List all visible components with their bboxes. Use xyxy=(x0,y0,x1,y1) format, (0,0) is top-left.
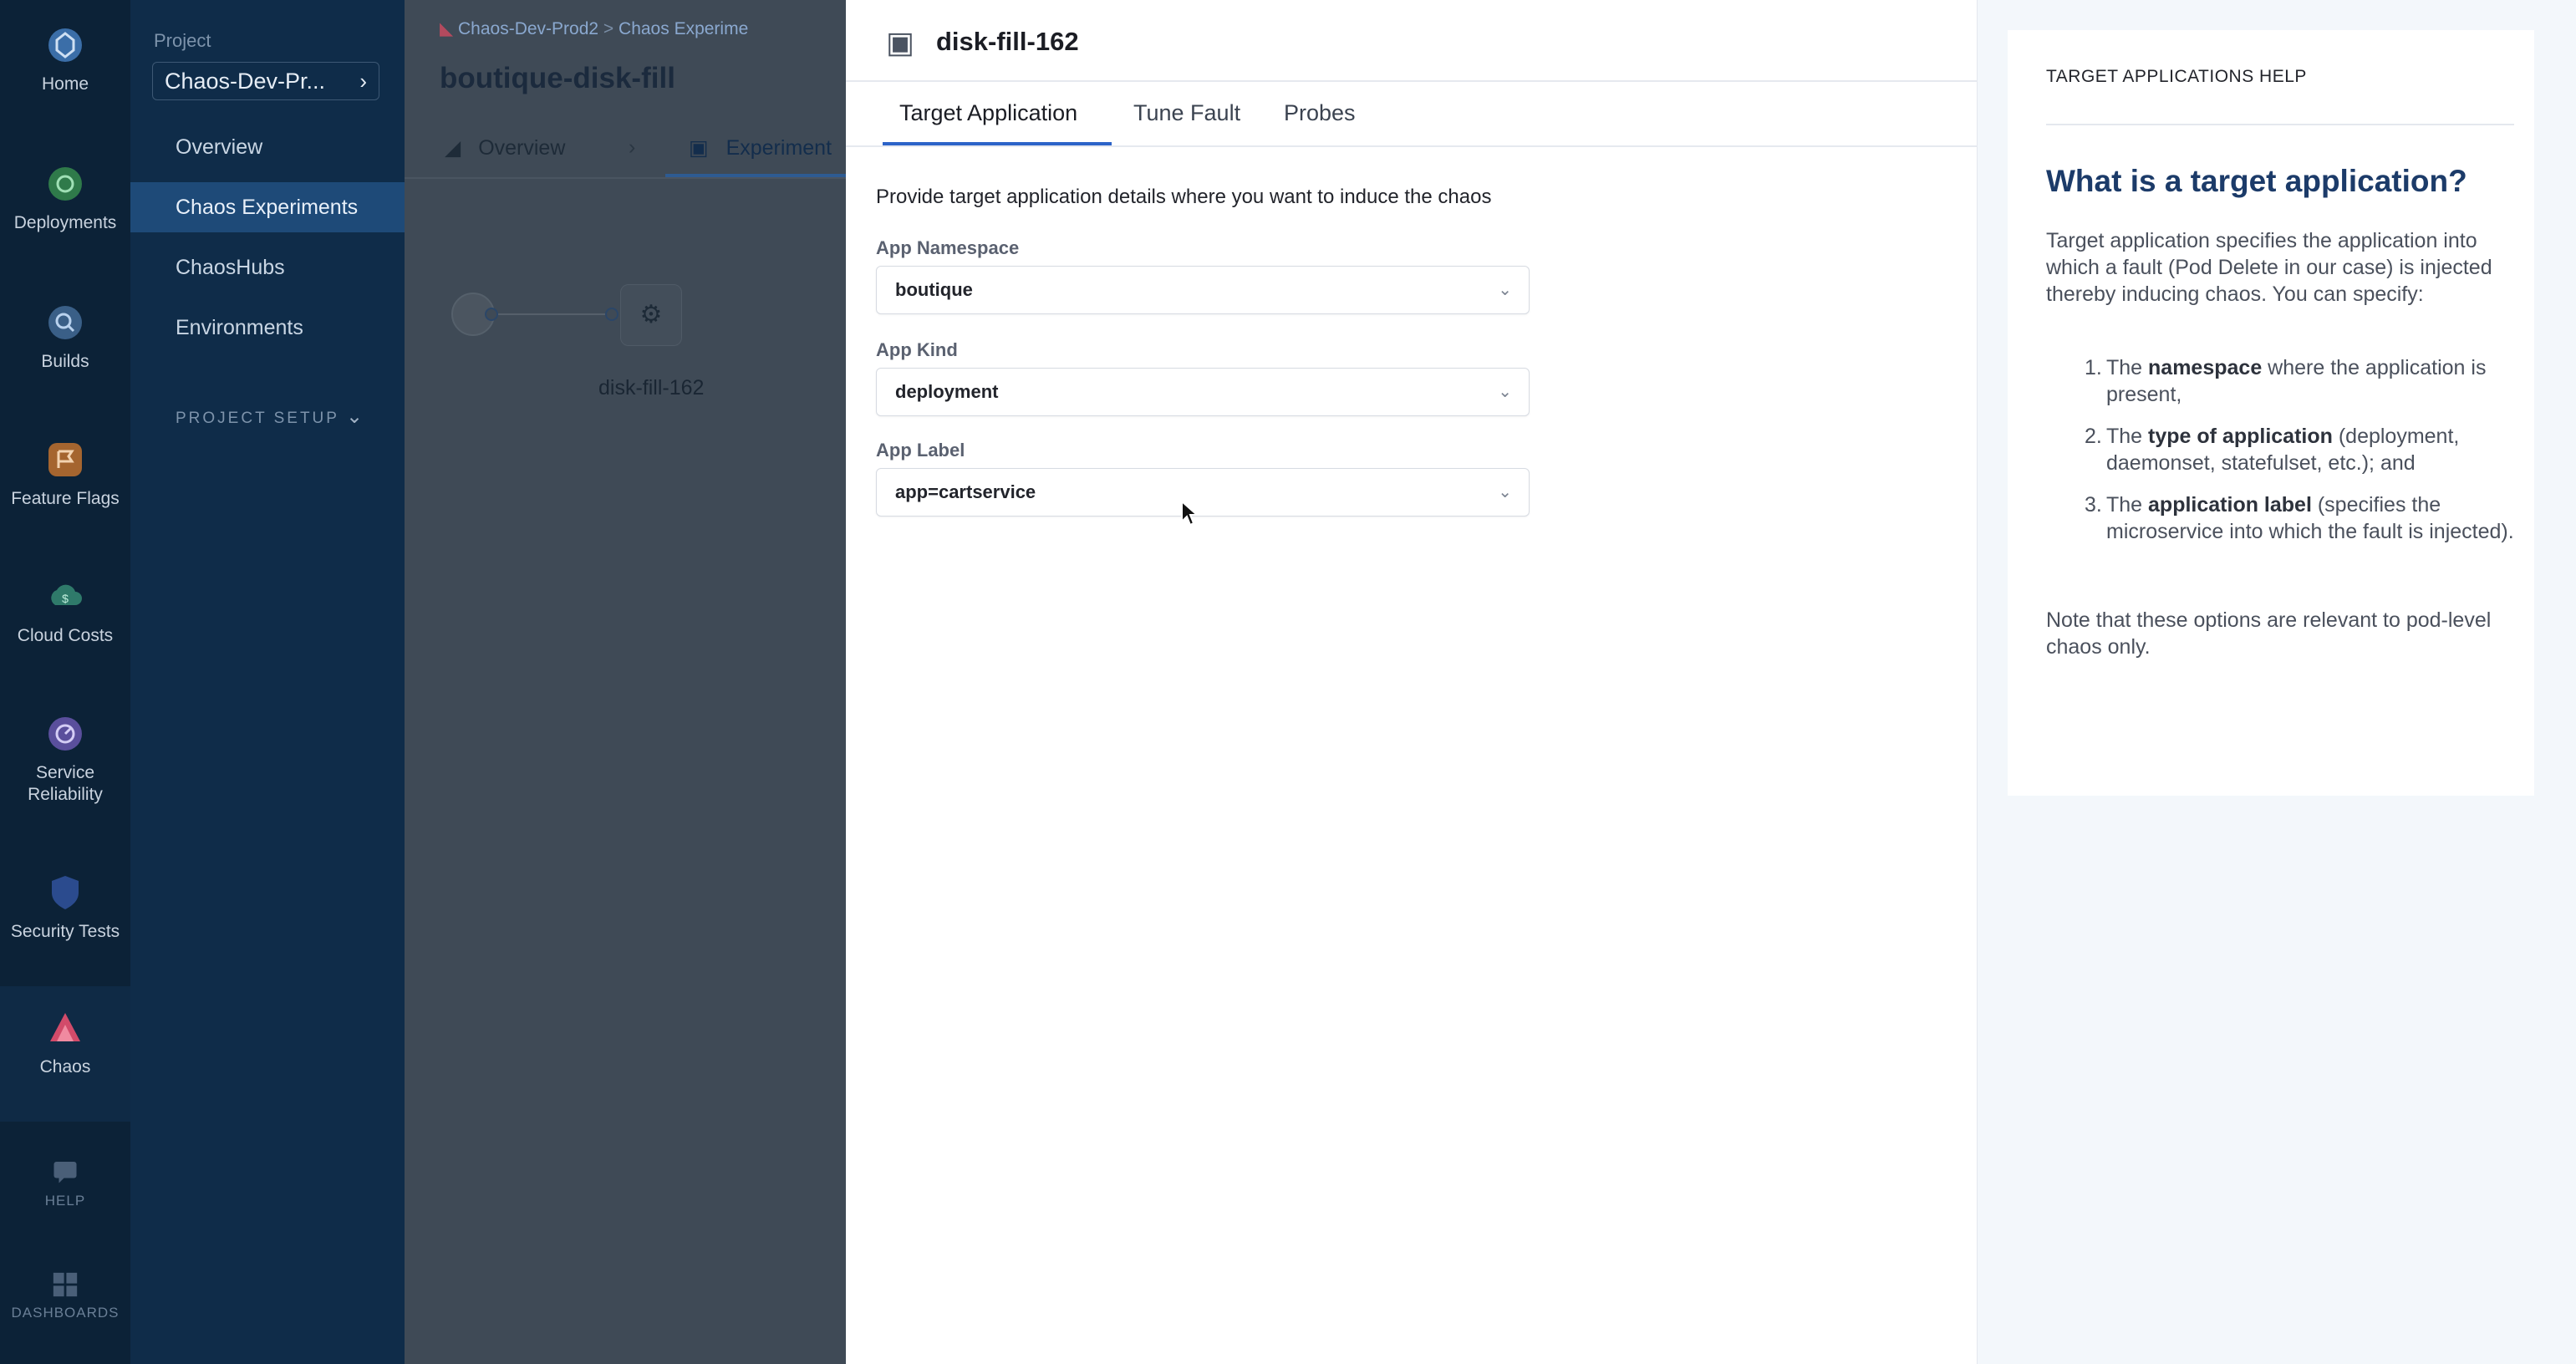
list-item: 3. The application label (specifies the m… xyxy=(2085,493,2514,543)
feature-flags-icon xyxy=(48,443,82,476)
nav-builds[interactable]: Builds xyxy=(0,303,130,373)
experiment-canvas: ◣ Chaos-Dev-Prod2 > Chaos Experime bouti… xyxy=(405,0,1249,1364)
app-label-value: app=cartservice xyxy=(895,481,1036,502)
chaos-icon xyxy=(50,1013,80,1041)
breadcrumb-project[interactable]: Chaos-Dev-Prod2 xyxy=(458,19,598,38)
help-list: 1. The namespace where the application is… xyxy=(2046,354,2514,560)
cloud-costs-icon: $ xyxy=(51,584,82,605)
tab-experiment[interactable]: ▣ Experiment xyxy=(689,135,832,160)
main-nav: Home Deployments Builds Feature Flags $ … xyxy=(0,0,130,1364)
tab-active-indicator xyxy=(665,174,846,177)
project-setup-label[interactable]: PROJECT SETUP xyxy=(176,410,339,428)
list-item: 1. The namespace where the application is… xyxy=(2085,356,2487,406)
chevron-right-icon: › xyxy=(359,69,367,94)
experiment-icon: ▣ xyxy=(689,136,709,160)
nav-service-reliability-label: Service Reliability xyxy=(28,763,103,804)
nav-feature-flags-label: Feature Flags xyxy=(11,489,120,508)
tab-target-application[interactable]: Target Application xyxy=(899,100,1077,126)
nav-home-label: Home xyxy=(41,74,89,94)
help-panel: TARGET APPLICATIONS HELP What is a targe… xyxy=(2008,30,2534,796)
nav-builds-label: Builds xyxy=(41,352,89,371)
security-tests-icon xyxy=(52,876,79,909)
drawer-tabs: Target Application Tune Fault Probes xyxy=(846,82,1978,147)
nav-cloud-costs[interactable]: $ Cloud Costs xyxy=(0,577,130,647)
experiment-title: boutique-disk-fill xyxy=(440,62,675,94)
project-selector-value: Chaos-Dev-Pr... xyxy=(165,69,326,94)
nav-dashboards-label: DASHBOARDS xyxy=(11,1305,120,1321)
dashboards-icon xyxy=(53,1272,78,1297)
app-namespace-label: App Namespace xyxy=(876,237,1020,258)
sidebar-item-chaoshubs[interactable]: ChaosHubs xyxy=(130,256,405,280)
connector-line xyxy=(498,313,607,315)
svg-text:$: $ xyxy=(62,592,69,605)
project-sidebar: Project Chaos-Dev-Pr... › Overview Chaos… xyxy=(130,0,405,1364)
tab-experiment-label: Experiment xyxy=(725,136,832,160)
connector-dot xyxy=(485,308,498,321)
project-label: Project xyxy=(154,30,211,51)
fault-config-drawer: ▣ disk-fill-162 Target Application Tune … xyxy=(846,0,1978,1364)
nav-help[interactable]: HELP xyxy=(0,1157,130,1212)
experiment-tabs: ◢ Overview › ▣ Experiment xyxy=(405,119,846,179)
drawer-title: disk-fill-162 xyxy=(936,27,1079,56)
sidebar-item-overview[interactable]: Overview xyxy=(130,135,405,160)
project-selector[interactable]: Chaos-Dev-Pr... › xyxy=(152,62,379,100)
mouse-cursor-icon xyxy=(1181,500,1199,527)
tab-overview[interactable]: ◢ Overview xyxy=(445,135,565,160)
chaos-icon: ◣ xyxy=(440,19,454,38)
overview-icon: ◢ xyxy=(445,136,461,160)
breadcrumb-separator: > xyxy=(603,19,614,38)
help-icon xyxy=(53,1162,77,1183)
connector-dot xyxy=(605,308,619,321)
app-label-select[interactable]: app=cartservice ⌄ xyxy=(876,468,1530,517)
help-header: TARGET APPLICATIONS HELP xyxy=(2046,67,2307,86)
fault-node-label: disk-fill-162 xyxy=(598,376,705,400)
deployments-icon xyxy=(48,167,82,201)
nav-deployments[interactable]: Deployments xyxy=(0,164,130,234)
divider xyxy=(2046,124,2514,125)
nav-help-label: HELP xyxy=(44,1193,86,1209)
nav-feature-flags[interactable]: Feature Flags xyxy=(0,440,130,510)
fault-icon: ⚙ xyxy=(639,301,663,328)
app-kind-select[interactable]: deployment ⌄ xyxy=(876,368,1530,416)
chevron-down-icon: ⌄ xyxy=(1498,281,1512,299)
tab-overview-label: Overview xyxy=(478,136,566,160)
app-namespace-select[interactable]: boutique ⌄ xyxy=(876,266,1530,314)
chevron-right-icon: › xyxy=(629,135,636,159)
nav-chaos[interactable]: Chaos xyxy=(0,986,130,1122)
app-namespace-value: boutique xyxy=(895,279,973,300)
breadcrumb: ◣ Chaos-Dev-Prod2 > Chaos Experime xyxy=(440,18,748,39)
tab-tune-fault[interactable]: Tune Fault xyxy=(1133,100,1240,126)
nav-deployments-label: Deployments xyxy=(13,213,117,232)
drawer-header: ▣ disk-fill-162 xyxy=(846,0,1978,82)
help-panel-wrapper: TARGET APPLICATIONS HELP What is a targe… xyxy=(1978,0,2576,1364)
nav-dashboards[interactable]: DASHBOARDS xyxy=(0,1270,130,1324)
sidebar-item-chaos-experiments[interactable]: Chaos Experiments xyxy=(130,182,405,232)
app-label-label: App Label xyxy=(876,440,965,461)
tab-probes[interactable]: Probes xyxy=(1284,100,1356,126)
service-reliability-icon xyxy=(48,717,82,751)
builds-icon xyxy=(48,306,82,339)
nav-service-reliability[interactable]: Service Reliability xyxy=(0,714,130,806)
sidebar-item-environments[interactable]: Environments xyxy=(130,316,405,340)
breadcrumb-experiments[interactable]: Chaos Experime xyxy=(619,19,748,38)
home-icon xyxy=(48,28,82,62)
app-kind-value: deployment xyxy=(895,381,999,402)
nav-security-tests[interactable]: Security Tests xyxy=(0,873,130,943)
tab-active-indicator xyxy=(883,142,1112,145)
chevron-down-icon: ⌄ xyxy=(1498,483,1512,501)
nav-security-tests-label: Security Tests xyxy=(10,922,120,941)
chevron-down-icon: ⌄ xyxy=(1498,383,1512,401)
chevron-down-icon[interactable]: ⌄ xyxy=(346,405,363,429)
help-note: Note that these options are relevant to … xyxy=(2046,608,2492,659)
nav-chaos-label: Chaos xyxy=(39,1057,91,1076)
fault-icon: ▣ xyxy=(886,25,915,59)
nav-cloud-costs-label: Cloud Costs xyxy=(17,626,114,645)
list-item: 2. The type of application (deployment, d… xyxy=(2085,425,2460,475)
target-intro-text: Provide target application details where… xyxy=(876,186,1492,208)
help-body: Target application specifies the applica… xyxy=(2046,229,2492,306)
nav-home[interactable]: Home xyxy=(0,25,130,95)
fault-node[interactable]: ⚙ xyxy=(620,284,682,346)
app-kind-label: App Kind xyxy=(876,339,958,360)
help-title: What is a target application? xyxy=(2046,164,2467,198)
